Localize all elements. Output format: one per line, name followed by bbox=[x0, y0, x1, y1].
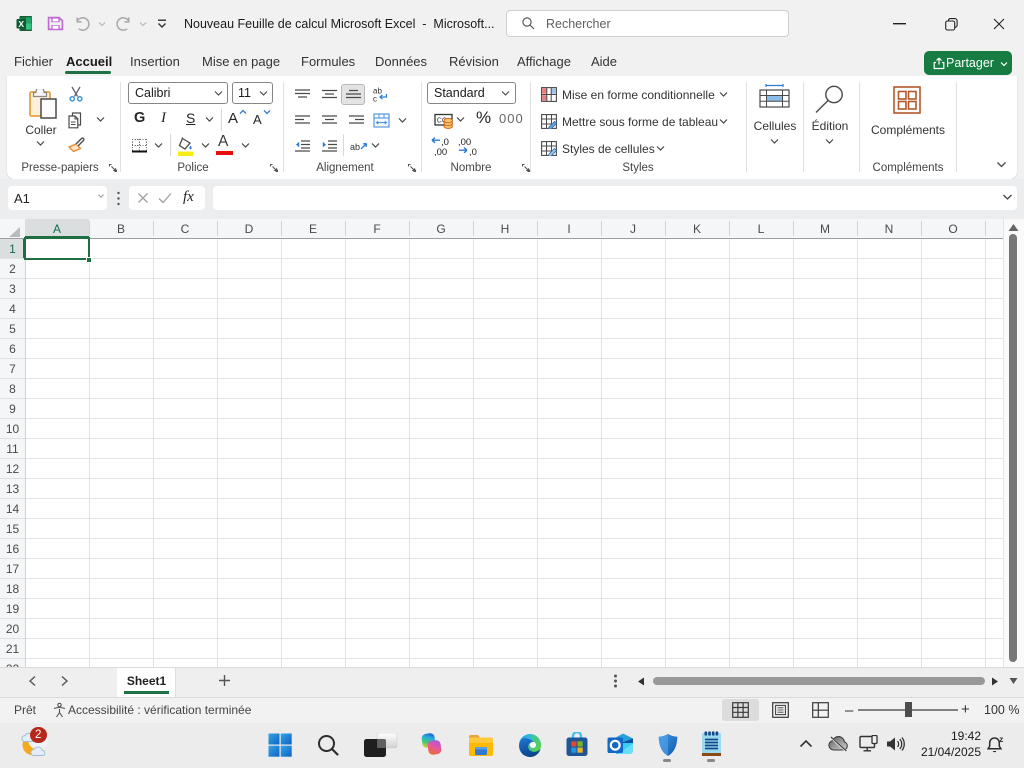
svg-text:c: c bbox=[373, 95, 377, 103]
svg-text:,00: ,00 bbox=[434, 147, 447, 156]
svg-text:X: X bbox=[18, 19, 24, 29]
svg-text:ab: ab bbox=[350, 142, 360, 152]
svg-text:z: z bbox=[999, 735, 1003, 744]
svg-text:,0: ,0 bbox=[469, 147, 477, 156]
